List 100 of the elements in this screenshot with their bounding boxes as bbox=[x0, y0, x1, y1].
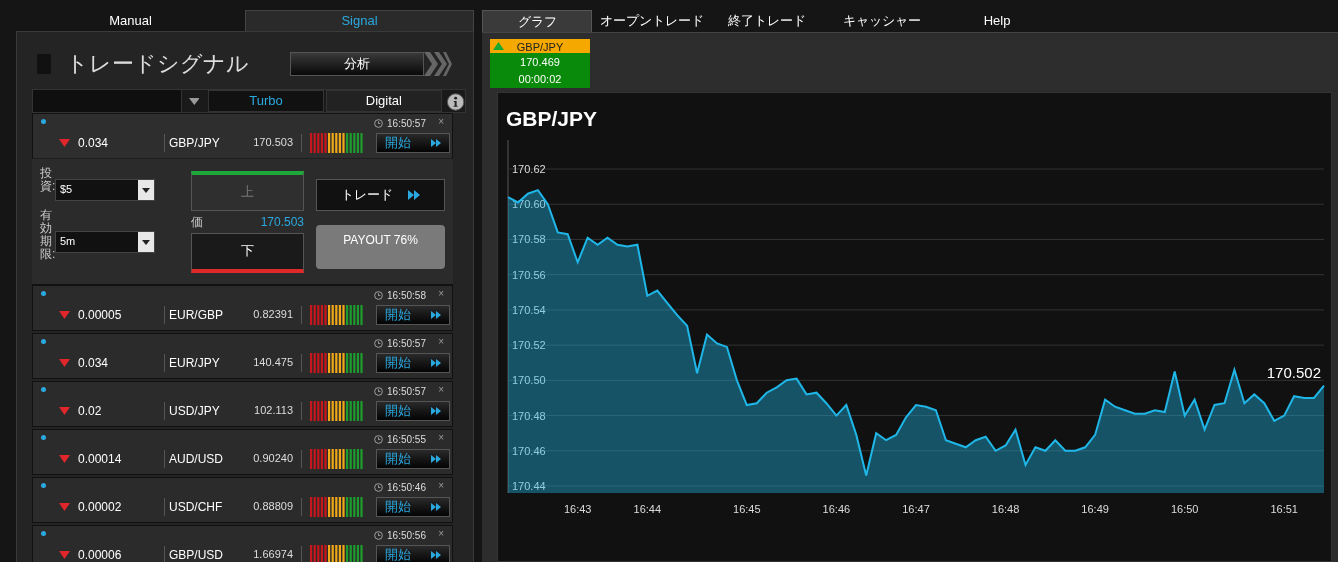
pair-price: 0.90240 bbox=[252, 451, 293, 467]
y-axis-label: 170.46 bbox=[512, 444, 546, 457]
price-value: 170.503 bbox=[260, 213, 304, 231]
change-value: 0.00005 bbox=[78, 306, 123, 324]
x-axis-label: 16:43 bbox=[563, 503, 592, 515]
analyze-button[interactable]: 分析 bbox=[290, 51, 424, 76]
chart-title: GBP/JPY bbox=[505, 106, 599, 132]
y-axis-label: 170.48 bbox=[512, 409, 546, 422]
y-axis-label: 170.54 bbox=[512, 303, 546, 316]
y-axis-label: 170.52 bbox=[512, 339, 546, 352]
close-button[interactable]: × bbox=[438, 429, 444, 445]
signal-row[interactable]: 16:50:55 × 0.00014 AUD/USD 0.90240 開始 bbox=[32, 428, 453, 475]
clock-icon bbox=[374, 482, 384, 492]
clock-icon bbox=[374, 338, 384, 348]
start-button[interactable]: 開始 bbox=[376, 448, 450, 469]
change-value: 0.02 bbox=[78, 402, 103, 420]
down-triangle-icon bbox=[59, 358, 70, 367]
payout-badge: PAYOUT 76% bbox=[316, 224, 445, 269]
currency-pair: AUD/USD bbox=[169, 450, 224, 468]
panel-title: トレードシグナル bbox=[66, 50, 249, 78]
nav-tab[interactable]: グラフ bbox=[482, 10, 592, 32]
signal-row[interactable]: 16:50:57 × 0.034 GBP/JPY 170.503 開始 bbox=[32, 112, 453, 159]
x-axis-label: 16:50 bbox=[1170, 503, 1199, 515]
nav-tab[interactable]: オープントレード bbox=[597, 10, 707, 32]
fast-forward-icon bbox=[431, 358, 441, 367]
signal-time: 16:50:57 bbox=[387, 116, 426, 131]
change-value: 0.00014 bbox=[78, 450, 123, 468]
fast-forward-icon bbox=[431, 138, 441, 147]
start-button[interactable]: 開始 bbox=[376, 496, 450, 517]
fast-forward-icon bbox=[431, 502, 441, 511]
signal-row[interactable]: 16:50:57 × 0.02 USD/JPY 102.113 開始 bbox=[32, 380, 453, 427]
start-button[interactable]: 開始 bbox=[376, 544, 450, 562]
close-button[interactable]: × bbox=[438, 113, 444, 129]
fast-forward-icon bbox=[431, 550, 441, 559]
close-button[interactable]: × bbox=[438, 477, 444, 493]
fast-forward-icon bbox=[431, 406, 441, 415]
start-button[interactable]: 開始 bbox=[376, 304, 450, 325]
close-button[interactable]: × bbox=[438, 285, 444, 301]
x-axis-label: 16:45 bbox=[733, 503, 761, 515]
signal-strength-meter bbox=[310, 304, 364, 325]
signal-strength-meter bbox=[310, 496, 364, 517]
signal-strength-meter bbox=[310, 448, 364, 469]
currency-pair: GBP/JPY bbox=[169, 134, 221, 152]
y-axis-label: 170.44 bbox=[512, 480, 546, 492]
signal-row[interactable]: 16:50:46 × 0.00002 USD/CHF 0.88809 開始 bbox=[32, 476, 453, 523]
ticker-price: 170.469 bbox=[519, 55, 561, 70]
change-value: 0.034 bbox=[78, 354, 110, 372]
ticker-timer: 00:00:02 bbox=[517, 71, 563, 87]
dropdown-arrow-icon[interactable] bbox=[188, 97, 200, 105]
start-button[interactable]: 開始 bbox=[376, 352, 450, 373]
nav-tab[interactable]: キャッシャー bbox=[827, 10, 937, 32]
signal-time: 16:50:46 bbox=[387, 480, 426, 495]
fast-forward-icon bbox=[408, 189, 420, 200]
signal-row[interactable]: 16:50:57 × 0.034 EUR/JPY 140.475 開始 bbox=[32, 332, 453, 379]
x-axis-label: 16:44 bbox=[633, 503, 662, 515]
signal-time: 16:50:57 bbox=[387, 336, 426, 351]
info-icon[interactable] bbox=[445, 91, 465, 112]
mode-tab[interactable]: Manual bbox=[16, 10, 245, 31]
mode-tab[interactable]: Signal bbox=[245, 10, 474, 31]
down-triangle-icon bbox=[59, 454, 70, 463]
pair-price: 0.88809 bbox=[252, 499, 293, 515]
y-axis-label: 170.62 bbox=[512, 163, 546, 175]
signal-row[interactable]: 16:50:56 × 0.00006 GBP/USD 1.66974 開始 bbox=[32, 524, 453, 562]
pair-price: 170.503 bbox=[252, 135, 293, 151]
currency-pair: USD/CHF bbox=[169, 498, 224, 516]
change-value: 0.034 bbox=[78, 134, 110, 152]
down-triangle-icon bbox=[59, 310, 70, 319]
down-button[interactable]: 下 bbox=[190, 232, 304, 273]
x-axis-label: 16:47 bbox=[902, 503, 930, 515]
down-triangle-icon bbox=[59, 138, 70, 147]
signal-time: 16:50:57 bbox=[387, 384, 426, 399]
filter-tab[interactable]: Digital bbox=[325, 89, 442, 112]
down-triangle-icon bbox=[59, 502, 70, 511]
nav-tab[interactable]: Help bbox=[942, 10, 1052, 32]
x-axis-label: 16:51 bbox=[1270, 503, 1298, 515]
signal-row[interactable]: 16:50:58 × 0.00005 EUR/GBP 0.82391 開始 bbox=[32, 284, 453, 331]
down-triangle-icon bbox=[59, 550, 70, 559]
signal-strength-meter bbox=[310, 352, 364, 373]
x-axis-label: 16:49 bbox=[1081, 503, 1109, 515]
fast-forward-icon bbox=[431, 454, 441, 463]
currency-pair: USD/JPY bbox=[169, 402, 221, 420]
currency-pair: EUR/GBP bbox=[169, 306, 224, 324]
trade-button[interactable]: トレード bbox=[316, 178, 445, 211]
pair-price: 102.113 bbox=[253, 403, 293, 419]
pair-price: 140.475 bbox=[252, 355, 293, 371]
start-button[interactable]: 開始 bbox=[376, 400, 450, 421]
close-button[interactable]: × bbox=[438, 525, 444, 541]
signal-time: 16:50:56 bbox=[387, 528, 426, 543]
y-axis-label: 170.60 bbox=[512, 198, 546, 211]
select-field[interactable]: 5m bbox=[55, 230, 155, 253]
nav-tab[interactable]: 終了トレード bbox=[712, 10, 822, 32]
close-button[interactable]: × bbox=[438, 333, 444, 349]
close-button[interactable]: × bbox=[438, 381, 444, 397]
x-axis-label: 16:46 bbox=[822, 503, 851, 515]
pair-filter-field[interactable] bbox=[33, 89, 182, 112]
signal-strength-meter bbox=[310, 544, 364, 562]
signal-time: 16:50:58 bbox=[387, 288, 426, 303]
filter-tab[interactable]: Turbo bbox=[208, 89, 324, 112]
select-field[interactable]: $5 bbox=[55, 178, 155, 201]
start-button[interactable]: 開始 bbox=[376, 132, 450, 153]
